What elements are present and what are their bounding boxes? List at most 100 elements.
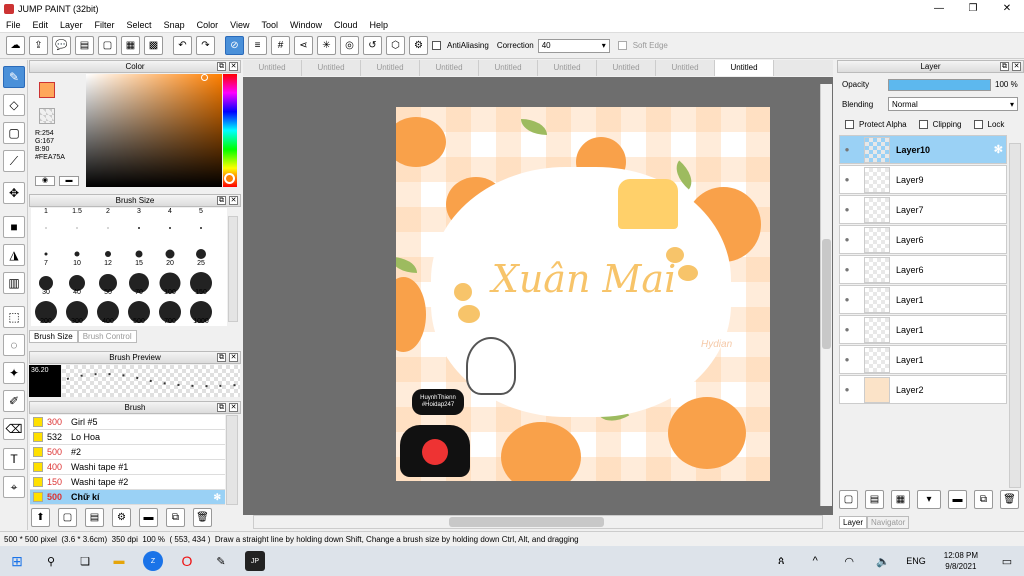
duplicate-layer-icon[interactable]: ⧉ [974,490,993,509]
document-icon[interactable]: ▦ [121,36,140,55]
canvas-horizontal-scrollbar[interactable] [253,515,823,529]
opera-icon[interactable]: O [177,551,197,571]
brush-size-cell[interactable]: 1000 [186,295,216,325]
magic-wand-tool-icon[interactable]: ✦ [3,362,25,384]
lock-checkbox[interactable] [973,120,983,129]
brush-item[interactable]: 500 #2 [30,445,225,460]
tab-untitled[interactable]: Untitled [420,60,479,76]
layer-row[interactable]: ● Layer9 [839,165,1007,194]
brush-size-cell[interactable]: 300 [62,295,92,325]
new-brush-icon[interactable]: ▢ [58,508,77,527]
visibility-icon[interactable]: ● [840,355,854,364]
panel-close-icon[interactable]: ✕ [229,353,238,362]
show-hidden-icons[interactable]: ^ [805,551,825,571]
visibility-icon[interactable]: ● [840,145,854,154]
search-icon[interactable]: ⚲ [41,551,61,571]
brush-size-cell[interactable]: 20 [155,237,185,267]
visibility-icon[interactable]: ● [840,385,854,394]
visibility-icon[interactable]: ● [840,175,854,184]
gear-icon[interactable]: ✻ [994,143,1003,156]
layer-row[interactable]: ● Layer1 [839,345,1007,374]
brush-size-cell[interactable]: 7 [31,237,61,267]
tab-untitled-active[interactable]: Untitled [715,60,774,76]
panel-close-icon[interactable]: ✕ [229,196,238,205]
visibility-icon[interactable]: ● [840,295,854,304]
jump-paint-taskbar-icon[interactable]: JP [245,551,265,571]
gear-icon[interactable]: ✻ [213,492,221,503]
text-tool-icon[interactable]: T [3,448,25,470]
protect-alpha-checkbox[interactable] [845,120,854,129]
menu-layer[interactable]: Layer [54,20,89,30]
brush-size-cell[interactable]: 700 [155,295,185,325]
new-halftone-layer-icon[interactable]: ▤ [865,490,884,509]
eraser-tool-icon[interactable]: ◇ [3,94,25,116]
layer-row[interactable]: ● Layer7 [839,195,1007,224]
soft-edge-checkbox[interactable] [617,41,627,50]
layer-row[interactable]: ● Layer6 [839,255,1007,284]
tab-layer[interactable]: Layer [839,516,868,529]
layer-list-scrollbar[interactable] [1009,143,1021,488]
brush-size-cell[interactable]: 3 [124,208,154,236]
template-icon[interactable]: ▤ [75,36,94,55]
tab-untitled[interactable]: Untitled [656,60,715,76]
panel-detach-icon[interactable]: ⧉ [217,403,226,412]
visibility-icon[interactable]: ● [840,205,854,214]
snap-radial-icon[interactable]: ✳ [317,36,336,55]
menu-select[interactable]: Select [121,20,158,30]
brush-size-cell[interactable]: 12 [93,237,123,267]
color-wheel-button[interactable]: ◉ [35,176,55,186]
canvas-vertical-scrollbar[interactable] [820,84,832,506]
antialiasing-checkbox[interactable] [432,41,441,50]
menu-tool[interactable]: Tool [255,20,284,30]
lasso-tool-icon[interactable]: ◌ [3,334,25,356]
panel-detach-icon[interactable]: ⧉ [217,62,226,71]
transparent-color-swatch[interactable] [39,108,55,124]
brush-list-scrollbar[interactable] [226,415,238,505]
bucket-tool-icon[interactable]: ◮ [3,244,25,266]
tab-untitled[interactable]: Untitled [538,60,597,76]
taskbar-clock[interactable]: 12:08 PM 9/8/2021 [944,550,978,572]
brush-settings-icon[interactable]: ⚙ [112,508,131,527]
people-icon[interactable]: ጰ [771,551,791,571]
foreground-color-swatch[interactable] [39,82,55,98]
eyedropper-tool-icon[interactable]: ⌖ [3,476,25,498]
task-view-icon[interactable]: ❏ [75,551,95,571]
snap-off-icon[interactable]: ⊘ [225,36,244,55]
brush-size-scrollbar[interactable] [228,216,238,322]
cloud-icon[interactable]: ☁ [6,36,25,55]
gradient-tool-icon[interactable]: ▥ [3,272,25,294]
brush-item[interactable]: 150 Washi tape #2 [30,475,225,490]
move-tool-icon[interactable]: ✥ [3,182,25,204]
volume-icon[interactable]: 🔈 [873,551,893,571]
visibility-icon[interactable]: ● [840,265,854,274]
select-eraser-tool-icon[interactable]: ⌫ [3,418,25,440]
visibility-icon[interactable]: ● [840,235,854,244]
tab-untitled[interactable]: Untitled [302,60,361,76]
brush-size-cell[interactable]: 5 [186,208,216,236]
brush-size-cell[interactable]: 100 [155,266,185,296]
color-slider-button[interactable]: ▬ [59,176,79,186]
layer-folder-icon[interactable]: ▬ [948,490,967,509]
zalo-icon[interactable]: Z [143,551,163,571]
new-layer-icon[interactable]: ▢ [839,490,858,509]
menu-help[interactable]: Help [364,20,395,30]
tab-untitled[interactable]: Untitled [243,60,302,76]
tab-untitled[interactable]: Untitled [479,60,538,76]
paint-app-icon[interactable]: ✎ [211,551,231,571]
brush-tool-icon[interactable]: ✎ [3,66,25,88]
delete-brush-icon[interactable]: 🗑 [193,508,212,527]
brush-size-cell[interactable]: 50 [93,266,123,296]
blending-select[interactable]: Normal ▾ [888,97,1018,111]
select-tool-icon[interactable]: ⬚ [3,306,25,328]
layer-row[interactable]: ● Layer2 [839,375,1007,404]
layer-row-selected[interactable]: ● Layer10 ✻ [839,135,1007,164]
menu-filter[interactable]: Filter [89,20,121,30]
opacity-slider[interactable] [888,79,991,91]
brush-size-cell[interactable]: 40 [62,266,92,296]
brush-size-cell[interactable]: 400 [93,295,123,325]
hue-handle[interactable] [224,173,235,184]
snap-shape-icon[interactable]: ⬡ [386,36,405,55]
snap-circle-icon[interactable]: ◎ [340,36,359,55]
brush-size-cell[interactable]: 10 [62,237,92,267]
brush-copy-icon[interactable]: ▤ [85,508,104,527]
